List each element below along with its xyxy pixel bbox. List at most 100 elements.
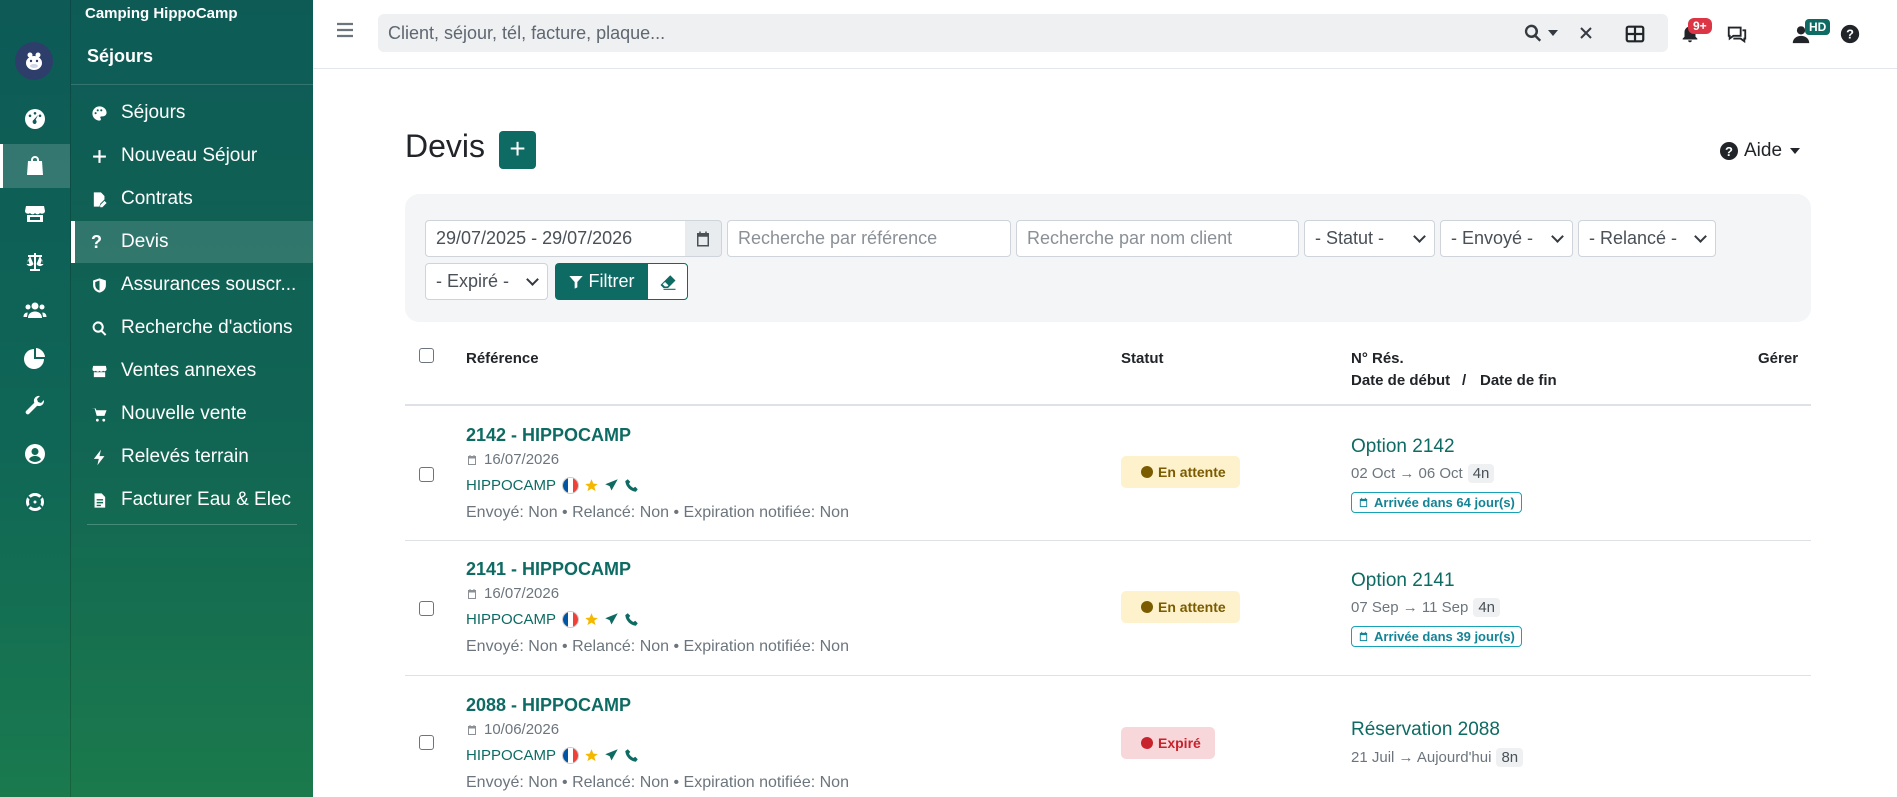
- wrench-icon[interactable]: [0, 384, 70, 428]
- table-row: 2141 - HIPPOCAMP 16/07/2026 HIPPOCAMP En…: [405, 541, 1811, 676]
- global-search-input[interactable]: [378, 14, 1548, 52]
- sidebar-item-assurances[interactable]: Assurances souscr...: [71, 264, 314, 306]
- filter-panel: 29/07/2025 - 29/07/2026 Recherche par ré…: [405, 194, 1811, 322]
- shield-icon: [91, 277, 121, 294]
- column-header-num-res[interactable]: N° Rés.: [1351, 350, 1404, 367]
- users-icon[interactable]: [0, 288, 70, 332]
- status-badge-label: En attente: [1158, 464, 1226, 480]
- reservation-link[interactable]: Option 2142: [1351, 436, 1455, 458]
- client-name-link[interactable]: HIPPOCAMP: [466, 477, 556, 494]
- devis-meta: Envoyé: Non • Relancé: Non • Expiration …: [466, 638, 849, 655]
- phone-icon[interactable]: [624, 748, 639, 763]
- help-dropdown[interactable]: ? Aide: [1720, 140, 1801, 162]
- row-checkbox[interactable]: [419, 735, 434, 750]
- france-flag-icon: [562, 611, 580, 628]
- row-checkbox[interactable]: [419, 601, 434, 616]
- statut-select[interactable]: - Statut -: [1304, 220, 1435, 257]
- reservation-link[interactable]: Réservation 2088: [1351, 719, 1500, 741]
- devis-meta: Envoyé: Non • Relancé: Non • Expiration …: [466, 504, 849, 521]
- paper-plane-icon[interactable]: [604, 748, 619, 763]
- caret-down-icon: [1790, 148, 1801, 154]
- dashboard-icon[interactable]: [0, 96, 70, 140]
- sidebar-item-recherche-actions[interactable]: Recherche d'actions: [71, 307, 314, 349]
- sidebar-item-ventes-annexes[interactable]: Ventes annexes: [71, 350, 314, 392]
- column-header-date-debut[interactable]: Date de début: [1351, 372, 1450, 389]
- calendar-icon: [468, 454, 476, 465]
- devis-date-text: 10/06/2026: [484, 721, 560, 738]
- envoye-select[interactable]: - Envoyé -: [1440, 220, 1573, 257]
- devis-date-text: 16/07/2026: [484, 451, 560, 468]
- sidebar-item-facturer-eau-elec[interactable]: Facturer Eau & Elec: [71, 479, 314, 521]
- sidebar-item-contrats[interactable]: Contrats: [71, 178, 314, 220]
- reset-filters-button[interactable]: [647, 263, 688, 300]
- sidebar-item-label: Contrats: [121, 188, 193, 209]
- chat-icon[interactable]: [1723, 20, 1751, 48]
- chevron-down-icon: [526, 272, 539, 286]
- phone-icon[interactable]: [624, 612, 639, 627]
- clock-icon: [1141, 737, 1153, 749]
- help-circle-icon[interactable]: ?: [1836, 20, 1864, 48]
- sejours-bag-icon[interactable]: [0, 144, 70, 188]
- user-circle-icon[interactable]: [0, 432, 70, 476]
- lifebuoy-icon[interactable]: [0, 480, 70, 524]
- sidebar-item-sejours[interactable]: Séjours: [71, 92, 314, 134]
- top-bar: ?: [313, 0, 1897, 69]
- chevron-down-icon: [1551, 229, 1564, 243]
- hippo-logo-icon[interactable]: [15, 42, 53, 80]
- column-header-reference[interactable]: Référence: [466, 350, 539, 367]
- select-all-checkbox[interactable]: [419, 348, 434, 363]
- date-range-input[interactable]: 29/07/2025 - 29/07/2026: [425, 220, 687, 257]
- help-label: Aide: [1744, 140, 1783, 161]
- column-header-date-fin[interactable]: Date de fin: [1480, 372, 1557, 389]
- icon-rail: [0, 0, 70, 797]
- paper-plane-icon[interactable]: [604, 478, 619, 493]
- store-icon[interactable]: [0, 192, 70, 236]
- calendar-icon: [468, 724, 476, 735]
- phone-icon[interactable]: [624, 478, 639, 493]
- envoye-select-value: - Envoyé -: [1451, 228, 1534, 248]
- filter-button[interactable]: Filtrer: [555, 263, 647, 300]
- clear-search-icon[interactable]: [1576, 23, 1596, 48]
- devis-reference-link[interactable]: 2141 - HIPPOCAMP: [466, 559, 631, 580]
- column-header-statut[interactable]: Statut: [1121, 350, 1164, 367]
- balance-scale-icon[interactable]: [0, 240, 70, 284]
- section-title: Séjours: [87, 46, 154, 66]
- menu-toggle-icon[interactable]: [335, 20, 361, 46]
- reservation-dates: 02 Oct → 06 Oct 4n: [1351, 464, 1495, 483]
- devis-date: 16/07/2026: [466, 585, 559, 602]
- client-name-link[interactable]: HIPPOCAMP: [466, 611, 556, 628]
- nights-badge: 8n: [1496, 748, 1524, 767]
- sidebar-item-releves-terrain[interactable]: Relevés terrain: [71, 436, 314, 478]
- sidebar-item-label: Ventes annexes: [121, 360, 257, 381]
- client-name-link[interactable]: HIPPOCAMP: [466, 747, 556, 764]
- sidebar-item-nouvelle-vente[interactable]: Nouvelle vente: [71, 393, 314, 435]
- calendar-icon: [1359, 631, 1368, 642]
- calendar-icon: [1359, 497, 1368, 508]
- reservation-dates-text: 02 Oct → 06 Oct: [1351, 465, 1463, 482]
- status-badge: En attente: [1121, 591, 1240, 623]
- add-devis-button[interactable]: +: [499, 131, 536, 169]
- calendar-icon: [468, 588, 476, 599]
- page-title: Devis: [405, 128, 486, 164]
- sidebar-item-devis[interactable]: ? Devis: [71, 221, 314, 263]
- search-icon[interactable]: [1523, 23, 1543, 48]
- row-checkbox[interactable]: [419, 467, 434, 482]
- reference-search-input[interactable]: Recherche par référence: [727, 220, 1011, 257]
- paper-plane-icon[interactable]: [604, 612, 619, 627]
- relance-select[interactable]: - Relancé -: [1578, 220, 1716, 257]
- search-options-caret-icon[interactable]: [1548, 30, 1558, 36]
- pie-chart-icon[interactable]: [0, 336, 70, 380]
- devis-reference-link[interactable]: 2142 - HIPPOCAMP: [466, 425, 631, 446]
- sidebar-item-nouveau-sejour[interactable]: Nouveau Séjour: [71, 135, 314, 177]
- expire-select[interactable]: - Expiré -: [425, 263, 548, 300]
- clock-icon: [1141, 601, 1153, 613]
- calendar-icon[interactable]: [685, 220, 722, 257]
- devis-reference-link[interactable]: 2088 - HIPPOCAMP: [466, 695, 631, 716]
- france-flag-icon: [562, 747, 580, 764]
- arrival-badge: Arrivée dans 64 jour(s): [1351, 492, 1522, 513]
- palette-icon: [91, 105, 121, 122]
- devis-meta: Envoyé: Non • Relancé: Non • Expiration …: [466, 774, 849, 791]
- grid-apps-icon[interactable]: [1621, 20, 1649, 48]
- reservation-link[interactable]: Option 2141: [1351, 570, 1455, 592]
- client-search-input[interactable]: Recherche par nom client: [1016, 220, 1299, 257]
